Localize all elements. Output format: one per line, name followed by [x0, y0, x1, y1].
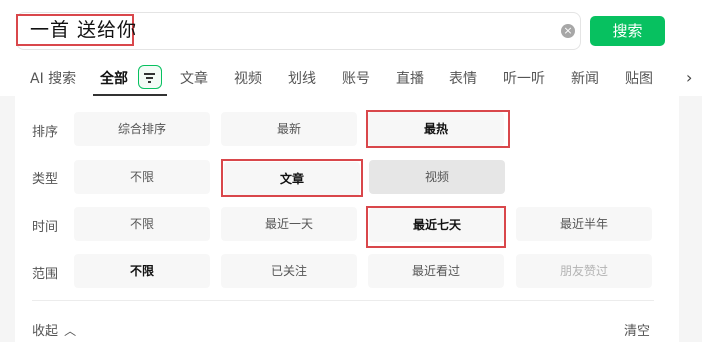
- chevron-right-icon[interactable]: ›: [686, 68, 692, 87]
- collapse-button[interactable]: 收起 ︿: [32, 320, 76, 339]
- search-button[interactable]: 搜索: [590, 16, 665, 46]
- time-option-last-day[interactable]: 最近一天: [221, 207, 357, 241]
- type-option-video[interactable]: 视频: [369, 160, 505, 194]
- sort-option-latest[interactable]: 最新: [221, 112, 357, 146]
- time-label: 时间: [32, 220, 59, 235]
- close-circle-icon[interactable]: ×: [561, 24, 575, 38]
- tab-all[interactable]: 全部: [100, 68, 128, 88]
- tab-accounts[interactable]: 账号: [342, 68, 370, 88]
- sort-label: 排序: [32, 125, 59, 140]
- tab-listen[interactable]: 听一听: [503, 68, 545, 88]
- tab-bar: AI 搜索 全部 文章 视频 划线 账号 直播 表情 听一听 新闻 贴图: [0, 60, 702, 96]
- scope-option-friends-liked[interactable]: 朋友赞过: [516, 254, 652, 288]
- time-option-last-half-year[interactable]: 最近半年: [516, 207, 652, 241]
- sort-option-comprehensive[interactable]: 综合排序: [74, 112, 210, 146]
- tab-videos[interactable]: 视频: [234, 68, 262, 88]
- scope-label: 范围: [32, 267, 59, 282]
- type-option-article[interactable]: 文章: [224, 162, 360, 196]
- tab-highlights[interactable]: 划线: [288, 68, 316, 88]
- tab-stickers[interactable]: 表情: [449, 68, 477, 88]
- tab-articles[interactable]: 文章: [180, 68, 208, 88]
- scope-option-any[interactable]: 不限: [74, 254, 210, 288]
- filter-icon[interactable]: [138, 65, 162, 89]
- time-option-any[interactable]: 不限: [74, 207, 210, 241]
- time-option-last-seven-days[interactable]: 最近七天: [369, 208, 505, 242]
- chevron-up-icon: ︿: [64, 324, 77, 338]
- clear-filters-button[interactable]: 清空: [624, 320, 650, 339]
- divider: [32, 300, 654, 301]
- tab-live[interactable]: 直播: [396, 68, 424, 88]
- collapse-label: 收起: [32, 324, 59, 339]
- scope-option-recently-viewed[interactable]: 最近看过: [368, 254, 504, 288]
- tab-images[interactable]: 贴图: [625, 68, 653, 88]
- type-option-any[interactable]: 不限: [74, 160, 210, 194]
- tab-ai-search[interactable]: AI 搜索: [30, 68, 76, 88]
- search-query-text[interactable]: 一首 送给你: [16, 14, 136, 46]
- tab-news[interactable]: 新闻: [571, 68, 599, 88]
- type-label: 类型: [32, 172, 59, 187]
- scope-option-followed[interactable]: 已关注: [221, 254, 357, 288]
- sort-option-hottest[interactable]: 最热: [368, 112, 504, 146]
